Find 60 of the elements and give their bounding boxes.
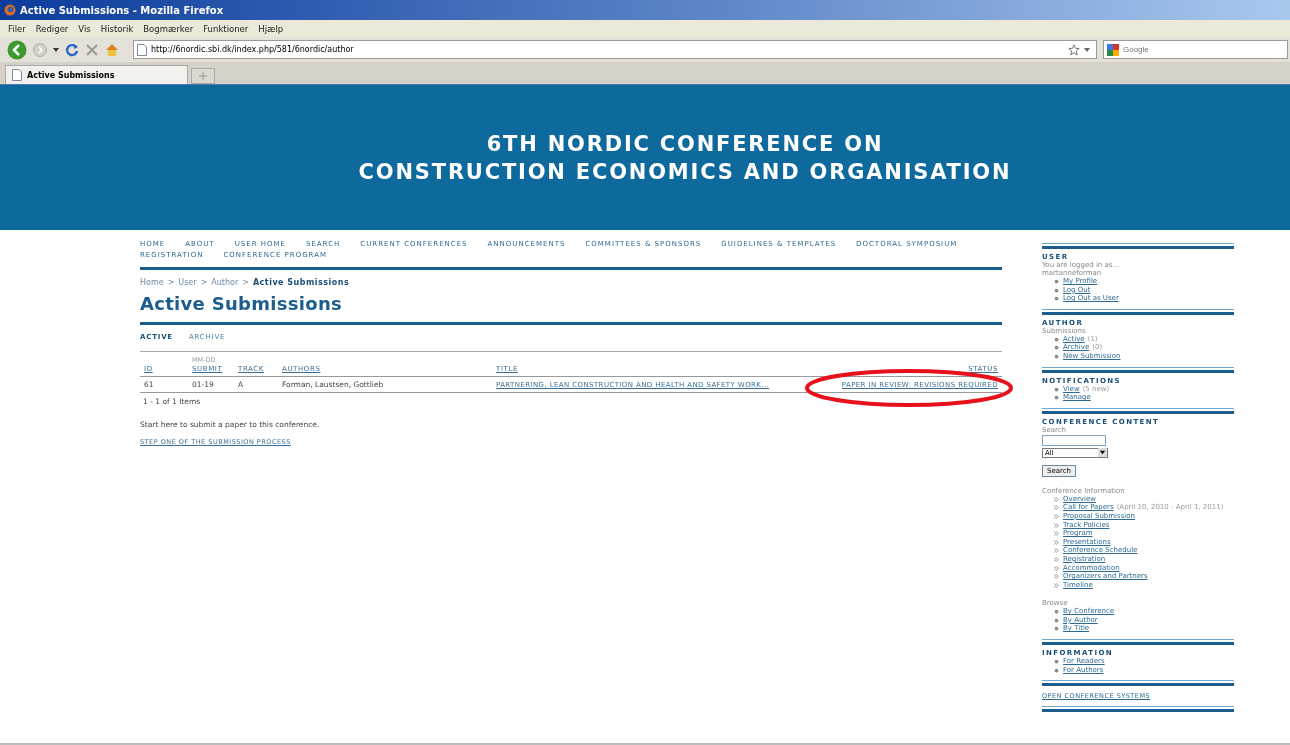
menu-item[interactable]: Historik (100, 23, 134, 34)
forward-icon[interactable] (33, 42, 47, 57)
browser-logo-icon (4, 4, 16, 16)
bullet-icon (1054, 279, 1059, 284)
conference-title: 6TH NORDIC CONFERENCE ON (486, 130, 884, 158)
chevron-icon (1054, 565, 1059, 571)
search-field[interactable] (1042, 434, 1106, 446)
menu-item[interactable]: Bogmærker (143, 23, 194, 34)
bullet-icon (1054, 386, 1059, 392)
address-bar[interactable]: http://6nordic.sbi.dk/index.php/581/6nordic/author (133, 40, 1097, 59)
breadcrumb-link[interactable]: User (178, 278, 197, 287)
menu-item[interactable]: Vis (78, 23, 91, 34)
page-heading: Active Submissions (140, 293, 344, 314)
page-icon (12, 69, 22, 81)
bookmark-star-icon[interactable] (1068, 43, 1080, 56)
reload-icon[interactable] (65, 42, 79, 57)
plus-icon (199, 72, 207, 80)
chevron-icon (1054, 496, 1059, 502)
chevron-icon (1054, 513, 1059, 519)
menu-item[interactable]: Rediger (35, 23, 69, 34)
conference-title: CONSTRUCTION ECONOMICS AND ORGANISATION (358, 158, 1012, 186)
bullet-icon (1054, 659, 1059, 665)
home-icon[interactable] (105, 42, 119, 57)
window-title: Active Submissions - Mozilla Firefox (20, 4, 224, 16)
menu-item[interactable]: Filer (8, 23, 26, 34)
chevron-icon (1054, 574, 1059, 580)
bullet-icon (1054, 626, 1059, 632)
page-icon (137, 43, 147, 56)
stop-icon[interactable] (85, 42, 99, 57)
breadcrumb-link[interactable]: Home (140, 278, 164, 287)
search-engine-icon[interactable] (1107, 43, 1119, 56)
bullet-icon (1054, 609, 1059, 615)
chevron-icon (1054, 582, 1059, 588)
breadcrumb-link[interactable]: Author (211, 278, 239, 287)
menu-item[interactable]: Hjælp (258, 23, 284, 34)
dropdown-arrow-icon[interactable] (53, 47, 59, 52)
bullet-icon (1054, 336, 1059, 342)
chevron-icon (1054, 556, 1059, 562)
bullet-icon (1054, 667, 1059, 673)
bullet-icon (1054, 395, 1059, 401)
back-button[interactable] (7, 39, 27, 60)
bullet-icon (1054, 345, 1059, 351)
bullet-icon (1054, 287, 1059, 293)
breadcrumb-separator: > (200, 278, 208, 287)
breadcrumb-separator: > (167, 278, 175, 287)
dropdown-arrow-icon[interactable] (1084, 47, 1090, 52)
chevron-icon (1054, 539, 1059, 545)
chevron-icon (1054, 522, 1059, 528)
menu-item[interactable]: Funktioner (203, 23, 249, 34)
search-bar[interactable]: Google (1103, 40, 1288, 59)
chevron-icon (1054, 505, 1059, 511)
breadcrumb-separator: > (242, 278, 249, 287)
chevron-icon (1054, 548, 1059, 554)
bullet-icon (1054, 617, 1059, 623)
bullet-icon (1054, 296, 1059, 302)
chevron-icon (1054, 531, 1059, 537)
bullet-icon (1054, 353, 1059, 359)
browser-tab[interactable]: Active Submissions (5, 65, 188, 84)
dropdown-arrow-icon (1098, 448, 1107, 458)
breadcrumb-current: Active Submissions (252, 278, 350, 287)
